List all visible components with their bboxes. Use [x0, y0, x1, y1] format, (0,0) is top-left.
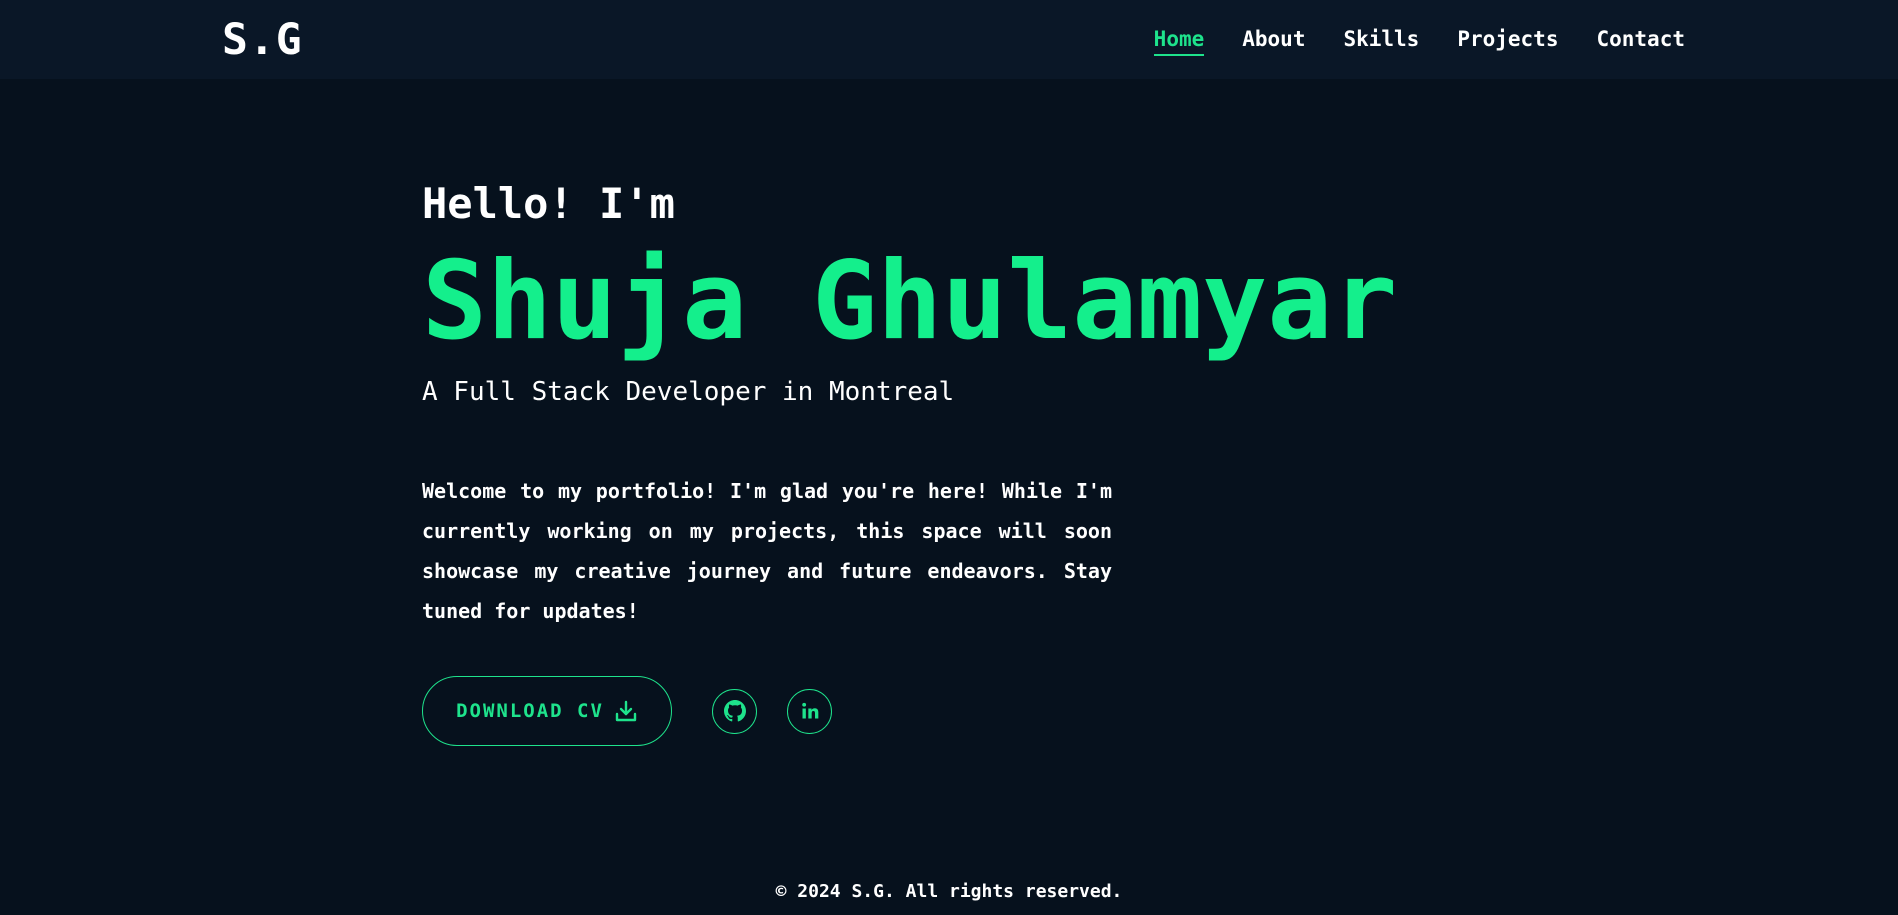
- download-icon: [614, 699, 638, 723]
- nav-link-skills[interactable]: Skills: [1343, 26, 1419, 56]
- intro-paragraph: Welcome to my portfolio! I'm glad you're…: [422, 479, 1112, 623]
- download-cv-label: DOWNLOAD CV: [456, 700, 604, 722]
- github-link[interactable]: [712, 688, 757, 734]
- hero-actions: DOWNLOAD CV: [422, 676, 832, 746]
- hero-greeting: Hello! I'm: [422, 179, 675, 228]
- navbar: S.G Home About Skills Projects Contact: [0, 0, 1898, 79]
- nav-link-about[interactable]: About: [1242, 26, 1305, 56]
- nav-link-contact[interactable]: Contact: [1596, 26, 1685, 56]
- nav-link-home[interactable]: Home: [1153, 26, 1205, 56]
- linkedin-icon: [800, 701, 820, 721]
- footer: © 2024 S.G. All rights reserved.: [0, 880, 1898, 904]
- nav-link-projects[interactable]: Projects: [1457, 26, 1558, 56]
- footer-copyright: © 2024 S.G. All rights reserved.: [775, 881, 1123, 902]
- github-icon: [723, 700, 746, 722]
- linkedin-link[interactable]: [787, 688, 832, 734]
- hero-subtitle: A Full Stack Developer in Montreal: [422, 377, 955, 407]
- hero-section: Hello! I'm Shuja Ghulamyar A Full Stack …: [422, 178, 1522, 408]
- hero-name: Shuja Ghulamyar: [422, 239, 1398, 364]
- site-logo[interactable]: S.G: [222, 16, 303, 64]
- download-cv-button[interactable]: DOWNLOAD CV: [422, 676, 672, 746]
- nav-links: Home About Skills Projects Contact: [1153, 26, 1685, 56]
